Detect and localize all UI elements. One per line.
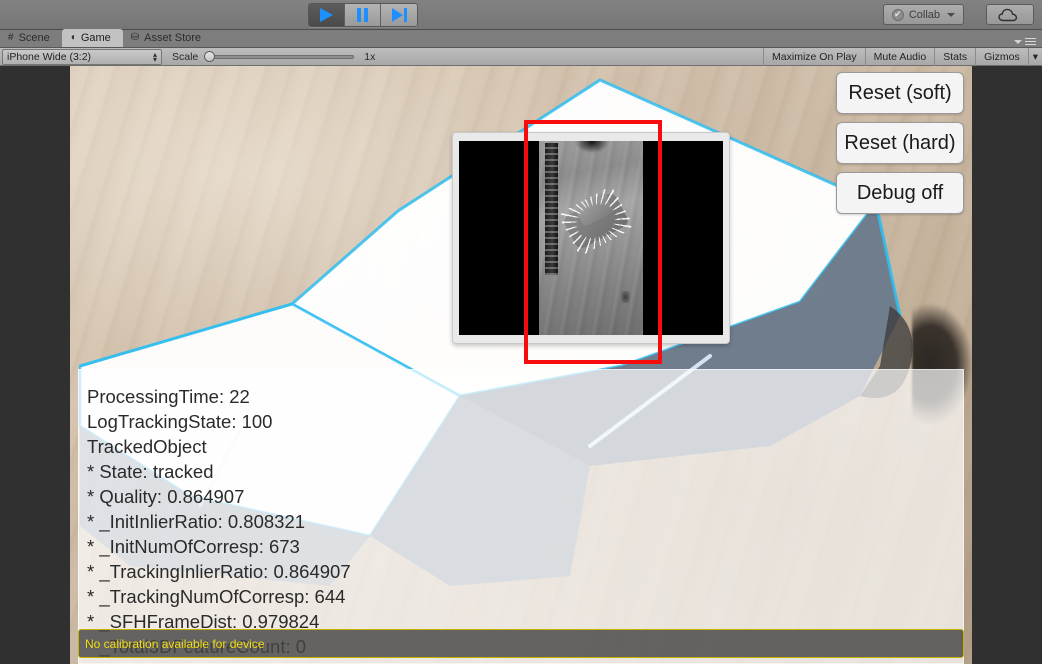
step-button[interactable] (381, 4, 417, 26)
chevron-down-icon[interactable] (1014, 39, 1022, 44)
debug-line: * _NumberOfTemplates: 45 (87, 659, 963, 664)
pause-button[interactable] (345, 4, 381, 26)
calibration-warning-bar: No calibration available for device (78, 629, 964, 658)
maximize-on-play-button[interactable]: Maximize On Play (763, 47, 865, 66)
debug-line: * Quality: 0.864907 (87, 486, 245, 507)
debug-off-button[interactable]: Debug off (836, 172, 964, 214)
debug-info-panel: ProcessingTime: 22 LogTrackingState: 100… (78, 369, 964, 664)
debug-line: ProcessingTime: 22 (87, 386, 250, 407)
grid-icon: # (8, 32, 14, 43)
game-view-canvas[interactable]: Reset (soft) Reset (hard) Debug off Proc… (70, 66, 972, 664)
reset-soft-label: Reset (soft) (848, 81, 952, 104)
scale-slider-track (204, 54, 355, 59)
scale-slider-knob[interactable] (204, 51, 216, 62)
debug-off-label: Debug off (856, 181, 944, 204)
debug-line: * _TrackingNumOfCorresp: 644 (87, 586, 346, 607)
debug-line: TrackedObject (87, 436, 207, 457)
play-icon (320, 8, 333, 22)
overlay-button-column: Reset (soft) Reset (hard) Debug off (836, 72, 964, 214)
stats-label: Stats (943, 50, 968, 63)
scale-slider[interactable] (204, 51, 355, 63)
panel-menu-icon[interactable] (1025, 38, 1036, 47)
store-icon: ⛁ (130, 32, 140, 43)
gizmos-dropdown-button[interactable]: ▾ (1027, 47, 1042, 66)
gizmos-label: Gizmos (984, 50, 1020, 63)
debug-line: * _InitInlierRatio: 0.808321 (87, 511, 306, 532)
scale-label: Scale (172, 50, 199, 63)
chevron-down-icon (947, 12, 955, 17)
mute-audio-button[interactable]: Mute Audio (864, 47, 935, 66)
play-button[interactable] (309, 4, 345, 26)
collab-button[interactable]: ✔ Collab (882, 4, 964, 25)
calibration-warning-text: No calibration available for device (85, 636, 265, 651)
tab-game[interactable]: ◖ Game (61, 29, 123, 47)
aspect-ratio-value: iPhone Wide (3:2) (7, 50, 92, 63)
debug-line: * _InitNumOfCorresp: 673 (87, 536, 300, 557)
chevron-down-icon: ▾ (1032, 50, 1038, 63)
collab-check-icon: ✔ (891, 8, 904, 21)
roi-highlight-rectangle (524, 120, 662, 364)
panel-menu-area (1014, 38, 1042, 47)
reset-soft-button[interactable]: Reset (soft) (836, 72, 964, 114)
main-toolbar: ✔ Collab (0, 0, 1042, 30)
pause-icon (357, 8, 368, 22)
mute-audio-label: Mute Audio (873, 50, 927, 63)
collab-label: Collab (908, 8, 940, 21)
gizmos-button[interactable]: Gizmos (975, 47, 1028, 66)
tab-asset-store[interactable]: ⛁ Asset Store (123, 29, 213, 47)
debug-line: * _TrackingInlierRatio: 0.864907 (87, 561, 351, 582)
tab-asset-store-label: Asset Store (144, 32, 202, 44)
debug-line: * State: tracked (87, 461, 214, 482)
stats-button[interactable]: Stats (934, 47, 975, 66)
stepper-icon: ▴ ▾ (152, 49, 157, 64)
maximize-on-play-label: Maximize On Play (772, 50, 857, 63)
panel-tab-bar: # Scene ◖ Game ⛁ Asset Store (0, 29, 1042, 48)
tab-game-label: Game (80, 32, 111, 44)
playmode-controls (308, 3, 418, 27)
unity-editor-window: ✔ Collab # Scene ◖ Game ⛁ Asset Store iP… (0, 0, 1042, 664)
cloud-icon (998, 8, 1018, 21)
reset-hard-button[interactable]: Reset (hard) (836, 122, 964, 164)
aspect-ratio-dropdown[interactable]: iPhone Wide (3:2) ▴ ▾ (2, 48, 162, 65)
reset-hard-label: Reset (hard) (844, 131, 956, 154)
game-view-toolbar: iPhone Wide (3:2) ▴ ▾ Scale 1x Maximize O… (0, 47, 1042, 66)
gamepad-icon: ◖ (69, 32, 76, 43)
cloud-services-button[interactable] (986, 4, 1034, 25)
debug-line: LogTrackingState: 100 (87, 411, 273, 432)
step-icon (391, 8, 407, 22)
tab-scene-label: Scene (18, 32, 50, 44)
scale-value: 1x (364, 50, 376, 63)
tab-scene[interactable]: # Scene (0, 29, 62, 47)
game-toolbar-buttons: Maximize On Play Mute Audio Stats Gizmos… (763, 47, 1042, 66)
